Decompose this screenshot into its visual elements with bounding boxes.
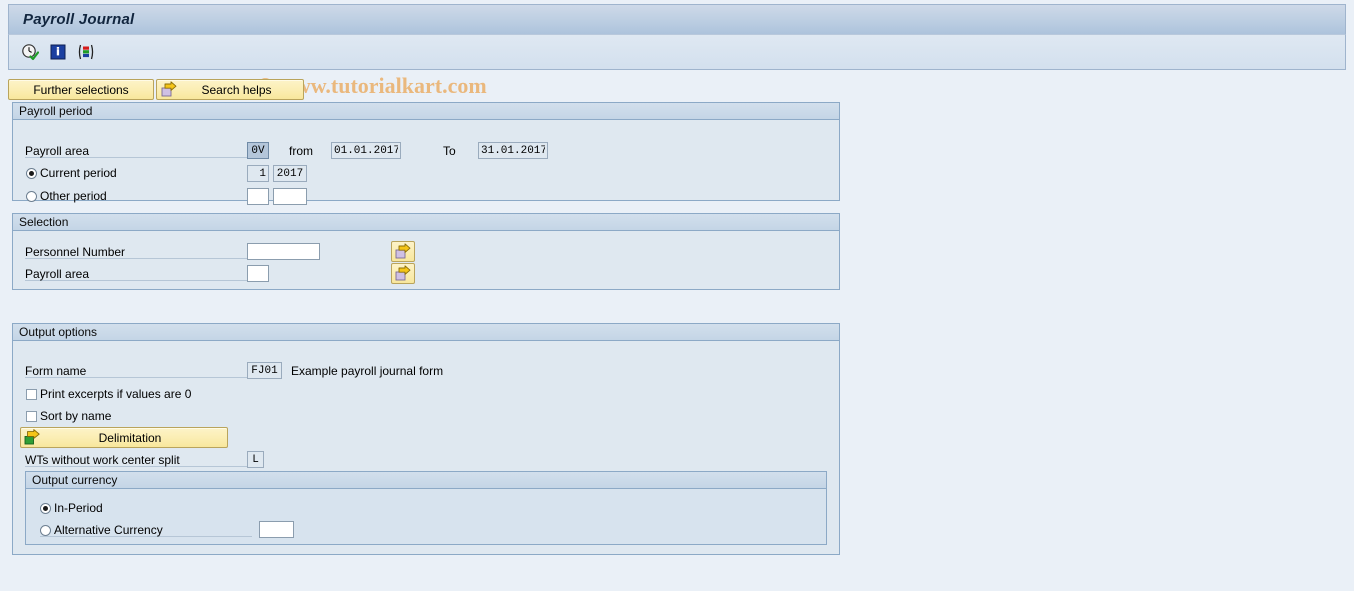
other-period-radio-dot [26,190,37,202]
current-period-label: Current period [40,166,117,180]
search-helps-label: Search helps [201,82,272,97]
current-period-radio[interactable]: Current period [26,166,117,180]
to-label: To [443,144,456,158]
period-from-input[interactable] [331,142,401,159]
in-period-radio-dot [40,502,51,514]
other-period-label: Other period [40,189,107,203]
selection-panel: Selection Personnel Number Payroll area [12,213,840,290]
sort-by-name-checkbox[interactable]: Sort by name [26,409,111,423]
output-currency-panel: Output currency In-Period Alternative Cu… [25,471,827,545]
output-currency-header: Output currency [26,472,826,489]
other-period-radio[interactable]: Other period [26,189,107,203]
wts-label: WTs without work center split [25,453,180,467]
sap-screen: Payroll Journal © www.tutorialkart.com F… [0,0,1354,591]
wts-input[interactable] [247,451,264,468]
personnel-number-input[interactable] [247,243,320,260]
sort-by-name-checkbox-box [26,410,37,422]
multiple-selection-icon [395,243,412,260]
selection-payroll-area-label: Payroll area [25,267,90,281]
arrow-right-green-icon [24,429,41,446]
further-selections-button[interactable]: Further selections [8,79,154,100]
variant-bars-icon[interactable] [75,41,97,63]
alternative-currency-input[interactable] [259,521,294,538]
current-period-radio-dot [26,167,37,179]
form-name-label: Form name [25,364,87,378]
delimitation-label: Delimitation [98,430,162,445]
output-currency-title: Output currency [32,473,118,487]
output-options-title: Output options [19,325,98,339]
form-name-input[interactable] [247,362,282,379]
in-period-label: In-Period [54,501,103,515]
output-options-body: Form name Example payroll journal form P… [13,341,839,554]
selection-action-buttons: Further selections Search helps [8,79,304,100]
print-excerpts-checkbox[interactable]: Print excerpts if values are 0 [26,387,191,401]
sort-by-name-label: Sort by name [40,409,112,423]
from-label: from [289,144,313,158]
further-selections-label: Further selections [33,82,129,97]
payroll-period-body: Payroll area from To Current period Othe… [13,120,839,205]
print-excerpts-checkbox-box [26,388,37,400]
form-name-description: Example payroll journal form [291,364,444,378]
search-helps-button[interactable]: Search helps [156,79,304,100]
alternative-currency-label: Alternative Currency [54,523,163,537]
arrow-right-icon [161,81,178,98]
selection-payroll-area-input[interactable] [247,265,269,282]
output-currency-body: In-Period Alternative Currency [26,489,826,544]
payroll-area-label: Payroll area [25,144,90,158]
personnel-number-label: Personnel Number [25,245,126,259]
output-options-header: Output options [13,324,839,341]
output-options-panel: Output options Form name Example payroll… [12,323,840,555]
page-title: Payroll Journal [23,11,135,28]
multiple-selection-icon-2 [395,265,412,282]
payroll-area-multiple-selection-button[interactable] [391,263,415,284]
print-excerpts-label: Print excerpts if values are 0 [40,387,192,401]
delimitation-button[interactable]: Delimitation [20,427,228,448]
window-title-bar: Payroll Journal [8,4,1346,34]
selection-header: Selection [13,214,839,231]
application-toolbar: © www.tutorialkart.com [8,34,1346,98]
selection-body: Personnel Number Payroll area [13,231,839,289]
period-to-input[interactable] [478,142,548,159]
selection-title: Selection [19,215,69,229]
in-period-radio[interactable]: In-Period [40,501,103,515]
current-period-number-input[interactable] [247,165,269,182]
alternative-currency-radio-dot [40,524,51,536]
payroll-period-header: Payroll period [13,103,839,120]
other-period-number-input[interactable] [247,188,269,205]
payroll-period-title: Payroll period [19,104,93,118]
personnel-number-multiple-selection-button[interactable] [391,241,415,262]
current-period-year-input[interactable] [273,165,307,182]
payroll-period-panel: Payroll period Payroll area from To Curr… [12,102,840,205]
info-icon[interactable] [47,41,69,63]
other-period-year-input[interactable] [273,188,307,205]
alternative-currency-radio[interactable]: Alternative Currency [40,523,163,537]
payroll-area-input[interactable] [247,142,269,159]
execute-clock-icon[interactable] [19,41,41,63]
